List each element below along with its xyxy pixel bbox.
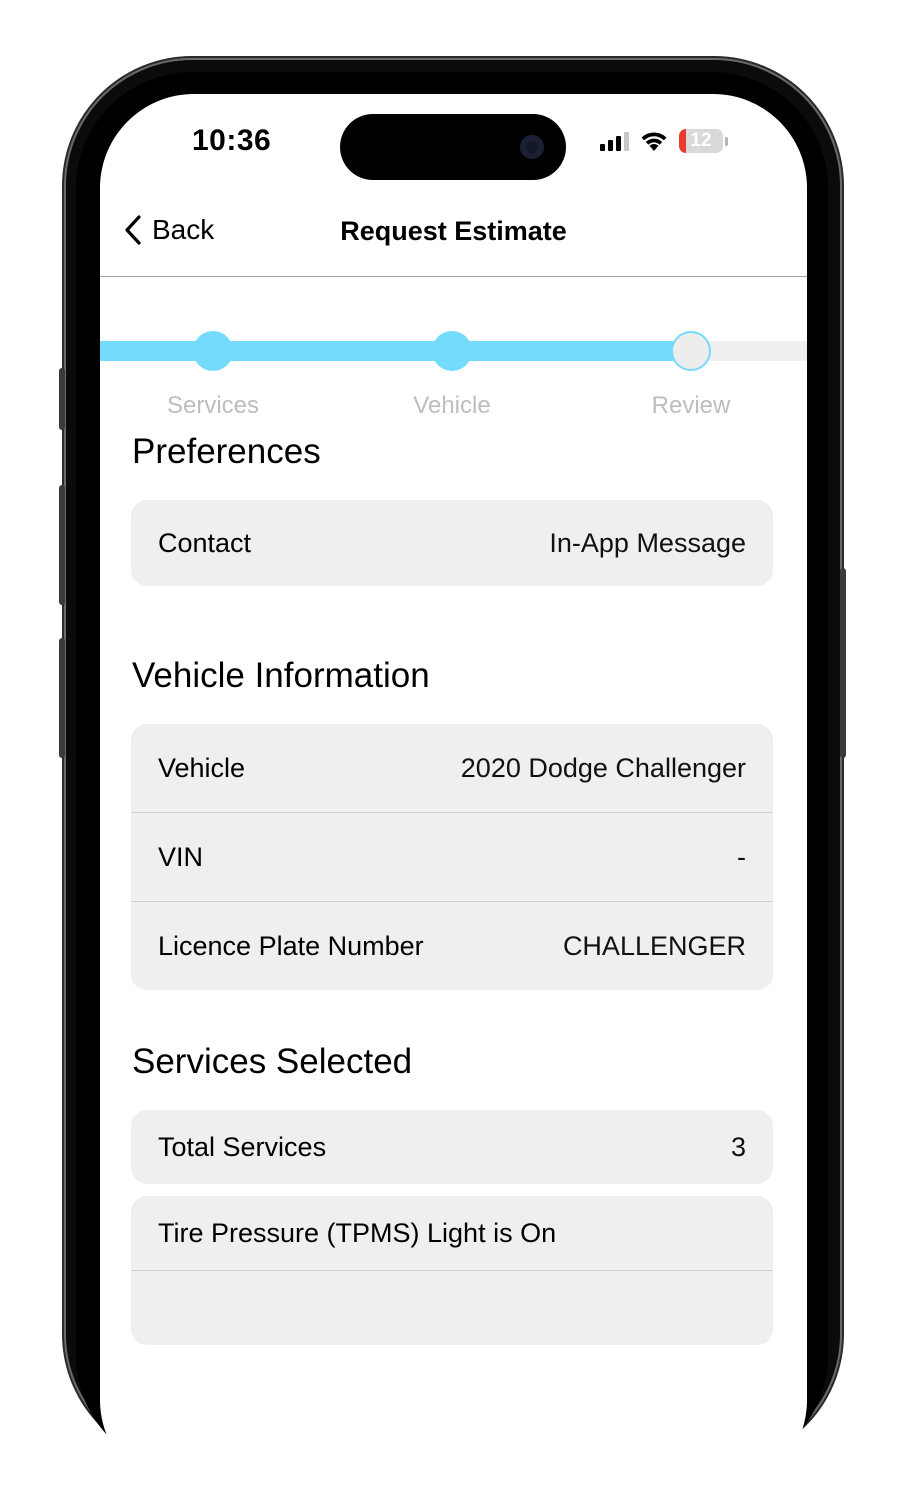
status-icons: 12 bbox=[600, 126, 728, 156]
volume-up-button bbox=[59, 485, 65, 605]
step-node-vehicle[interactable] bbox=[432, 331, 472, 371]
step-label-vehicle: Vehicle bbox=[413, 392, 491, 419]
services-heading: Services Selected bbox=[132, 1042, 413, 1081]
vin-value: - bbox=[737, 841, 746, 872]
vehicle-value: 2020 Dodge Challenger bbox=[460, 752, 746, 783]
contact-value: In-App Message bbox=[549, 527, 746, 558]
vin-row: VIN - bbox=[131, 812, 773, 901]
total-services-label: Total Services bbox=[158, 1131, 327, 1162]
vehicle-info-card: Vehicle 2020 Dodge Challenger VIN - Lice… bbox=[131, 724, 773, 990]
total-services-card: Total Services 3 bbox=[131, 1110, 773, 1184]
step-node-services[interactable] bbox=[193, 331, 233, 371]
battery-cap bbox=[725, 136, 728, 146]
vehicle-row: Vehicle 2020 Dodge Challenger bbox=[131, 724, 773, 812]
battery-level: 12 bbox=[690, 130, 712, 151]
camera-icon bbox=[520, 135, 544, 159]
contact-row[interactable]: Contact In-App Message bbox=[131, 500, 773, 586]
step-node-review[interactable] bbox=[671, 331, 711, 371]
action-button bbox=[59, 368, 65, 430]
dynamic-island bbox=[340, 114, 566, 180]
volume-down-button bbox=[59, 638, 65, 758]
service-item: Tire Pressure (TPMS) Light is On bbox=[131, 1196, 773, 1270]
wifi-icon bbox=[641, 132, 667, 151]
vehicle-label: Vehicle bbox=[158, 752, 246, 783]
vin-label: VIN bbox=[158, 841, 204, 872]
contact-label: Contact bbox=[158, 527, 252, 558]
total-services-value: 3 bbox=[730, 1131, 746, 1162]
battery-fill bbox=[679, 129, 687, 153]
signal-icon bbox=[600, 131, 629, 151]
preferences-card: Contact In-App Message bbox=[131, 500, 773, 586]
screen: 10:36 12 Back Request Estimate Services … bbox=[100, 94, 807, 1494]
service-list-card: Tire Pressure (TPMS) Light is On bbox=[131, 1196, 773, 1345]
plate-label: Licence Plate Number bbox=[158, 930, 424, 961]
step-label-services: Services bbox=[166, 392, 260, 419]
step-label-review: Review bbox=[651, 392, 731, 419]
service-item-next bbox=[131, 1270, 773, 1345]
total-services-row: Total Services 3 bbox=[131, 1110, 773, 1184]
navigation-bar: Back Request Estimate bbox=[100, 194, 807, 277]
plate-row: Licence Plate Number CHALLENGER bbox=[131, 901, 773, 990]
service-item-label: Tire Pressure (TPMS) Light is On bbox=[158, 1217, 557, 1248]
progress-fill bbox=[100, 341, 690, 361]
plate-value: CHALLENGER bbox=[562, 930, 746, 961]
page-title: Request Estimate bbox=[340, 216, 567, 246]
status-time: 10:36 bbox=[192, 124, 272, 157]
power-button bbox=[840, 568, 846, 758]
vehicle-info-heading: Vehicle Information bbox=[132, 656, 430, 695]
battery-icon: 12 bbox=[679, 129, 723, 153]
preferences-heading: Preferences bbox=[132, 432, 321, 471]
